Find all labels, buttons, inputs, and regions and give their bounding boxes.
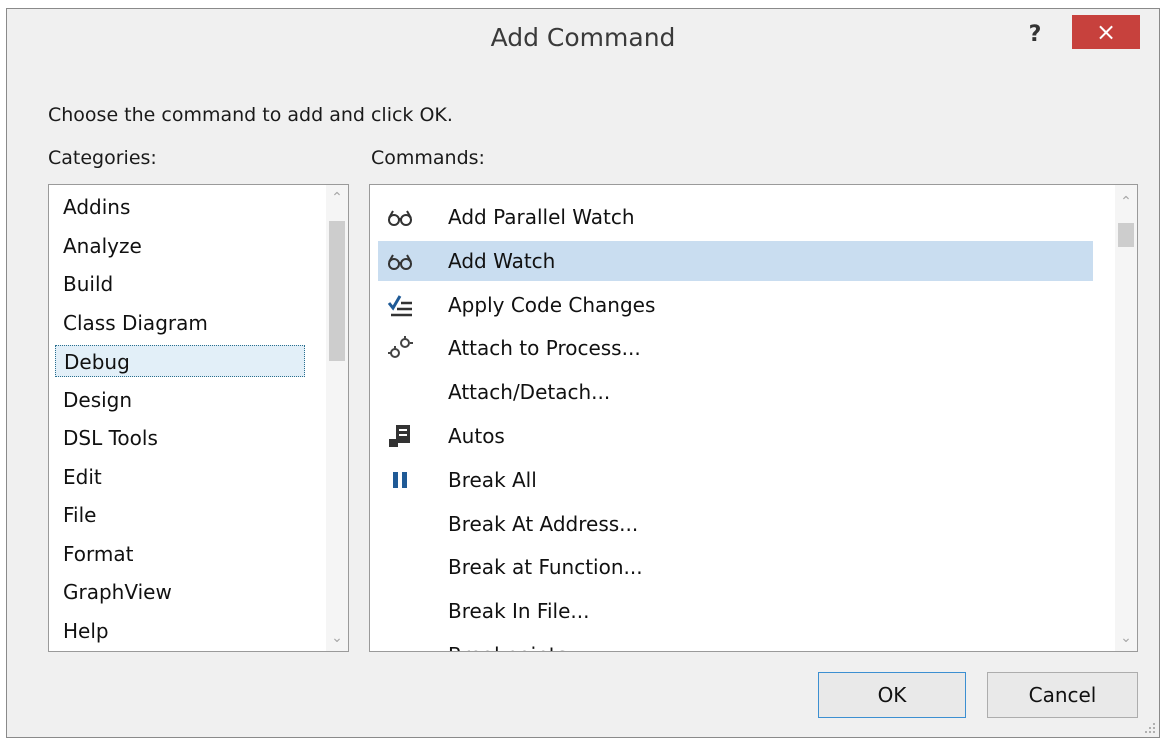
category-item[interactable]: Design bbox=[63, 384, 132, 416]
close-button[interactable]: × bbox=[1072, 15, 1140, 49]
command-item[interactable]: Add Parallel Watch bbox=[378, 197, 1093, 237]
commands-list[interactable]: Add Parallel Watch Add Watch Apply Code Ch… bbox=[369, 184, 1138, 652]
title-bar[interactable]: Add Command ? × bbox=[7, 9, 1159, 77]
command-label: Break at Function... bbox=[448, 555, 643, 580]
gears-icon bbox=[386, 334, 414, 362]
command-item[interactable]: Break At Address... bbox=[378, 504, 1093, 544]
command-item[interactable]: Add Watch bbox=[378, 240, 1093, 281]
category-item[interactable]: Edit bbox=[63, 461, 102, 493]
scroll-up-icon[interactable]: ⌃ bbox=[1115, 191, 1137, 213]
command-item[interactable]: Apply Code Changes bbox=[378, 285, 1093, 325]
command-label: Autos bbox=[448, 424, 505, 448]
ok-button[interactable]: OK bbox=[818, 672, 966, 718]
cancel-button[interactable]: Cancel bbox=[987, 672, 1138, 718]
dialog-title: Add Command bbox=[490, 23, 676, 52]
category-item[interactable]: Class Diagram bbox=[63, 307, 208, 339]
autos-icon bbox=[386, 422, 414, 450]
category-item[interactable]: Format bbox=[63, 538, 133, 570]
command-label: Break All bbox=[448, 467, 537, 492]
scroll-thumb[interactable] bbox=[1118, 223, 1134, 247]
command-item[interactable]: Break All bbox=[378, 460, 1093, 500]
breakpoints-icon bbox=[386, 641, 414, 651]
command-item[interactable]: Attach/Detach... bbox=[378, 372, 1093, 412]
scroll-thumb[interactable] bbox=[329, 221, 345, 361]
command-label: Add Parallel Watch bbox=[448, 205, 635, 229]
category-item[interactable]: Debug bbox=[55, 345, 305, 377]
category-item[interactable]: Help bbox=[63, 615, 109, 647]
category-item[interactable]: Addins bbox=[63, 191, 130, 223]
command-label: Breakpoints bbox=[448, 635, 567, 651]
command-item[interactable]: Breakpoints bbox=[378, 635, 1093, 651]
pause-icon bbox=[386, 466, 414, 494]
category-item[interactable]: DSL Tools bbox=[63, 422, 158, 454]
category-item[interactable]: GraphView bbox=[63, 576, 172, 608]
command-label: Apply Code Changes bbox=[448, 292, 656, 317]
command-label: Add Watch bbox=[448, 248, 556, 273]
command-label: Attach to Process... bbox=[448, 336, 641, 361]
glasses-icon bbox=[386, 247, 414, 275]
glasses-icon bbox=[386, 203, 414, 231]
scroll-down-icon[interactable]: ⌄ bbox=[1115, 627, 1137, 649]
commands-scrollbar[interactable]: ⌃ ⌄ bbox=[1115, 185, 1137, 651]
scroll-down-icon[interactable]: ⌄ bbox=[326, 627, 348, 649]
command-item[interactable]: Autos bbox=[378, 416, 1093, 456]
command-item[interactable]: Attach to Process... bbox=[378, 328, 1093, 368]
instruction-text: Choose the command to add and click OK. bbox=[48, 104, 453, 126]
help-button[interactable]: ? bbox=[1010, 17, 1060, 53]
category-item[interactable]: File bbox=[63, 499, 96, 531]
command-label: Break In File... bbox=[448, 599, 590, 624]
categories-label: Categories: bbox=[48, 147, 157, 169]
apply-changes-icon bbox=[386, 291, 414, 319]
command-item[interactable]: Break In File... bbox=[378, 591, 1093, 631]
add-command-dialog: Add Command ? × Choose the command to ad… bbox=[6, 8, 1160, 738]
categories-scrollbar[interactable]: ⌃ ⌄ bbox=[326, 185, 348, 651]
categories-list[interactable]: Addins Analyze Build Class Diagram Debug Desi… bbox=[48, 184, 349, 652]
command-label: Attach/Detach... bbox=[448, 380, 611, 405]
category-item[interactable]: Build bbox=[63, 268, 113, 300]
commands-label: Commands: bbox=[371, 147, 485, 169]
scroll-up-icon[interactable]: ⌃ bbox=[326, 187, 348, 209]
resize-grip-icon[interactable] bbox=[1141, 719, 1157, 735]
command-label: Break At Address... bbox=[448, 511, 639, 536]
command-item[interactable]: Break at Function... bbox=[378, 547, 1093, 587]
category-item[interactable]: Analyze bbox=[63, 230, 142, 262]
